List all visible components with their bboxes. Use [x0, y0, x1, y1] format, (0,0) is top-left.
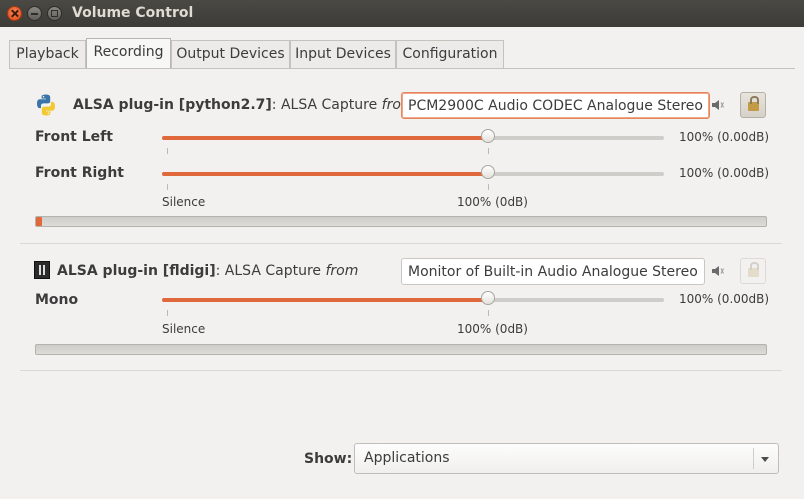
slider-knob[interactable]: [481, 129, 495, 143]
tick-100: [488, 310, 489, 316]
front-right-slider[interactable]: [162, 165, 664, 179]
speaker-mute-icon[interactable]: [711, 264, 725, 278]
tab-output-devices[interactable]: Output Devices: [171, 40, 290, 68]
channel-label-mono: Mono: [35, 292, 79, 308]
mono-slider[interactable]: [162, 291, 664, 305]
maximize-icon[interactable]: [47, 6, 62, 21]
title-bar: Volume Control: [0, 0, 804, 27]
lock-channels-button[interactable]: [740, 258, 766, 284]
stream-title: ALSA plug-in [fldigi]: ALSA Capture from: [57, 263, 358, 279]
channel-label-front-right: Front Right: [35, 165, 124, 181]
terminal-icon: [34, 261, 50, 279]
device-selector[interactable]: Monitor of Built-in Audio Analogue Stere…: [401, 258, 705, 285]
from-label: from: [325, 263, 359, 279]
front-left-value: 100% (0.00dB): [679, 130, 770, 144]
stream-name: ALSA plug-in [fldigi]: [57, 263, 216, 279]
minimize-icon[interactable]: [27, 6, 42, 21]
show-filter-value: Applications: [364, 450, 450, 466]
scale-silence-label: Silence: [162, 195, 206, 209]
stream-description: : ALSA Capture: [215, 263, 322, 279]
tick-silence: [167, 148, 168, 154]
tick-100: [488, 184, 489, 190]
lock-icon: [748, 96, 759, 111]
slider-knob[interactable]: [481, 165, 495, 179]
tick-silence: [167, 184, 168, 190]
peak-meter-fill: [36, 217, 42, 226]
slider-knob[interactable]: [481, 291, 495, 305]
window-title: Volume Control: [72, 5, 194, 21]
slider-fill: [162, 172, 488, 176]
scale-100-label: 100% (0dB): [457, 322, 528, 336]
mono-value: 100% (0.00dB): [679, 292, 770, 306]
device-selector[interactable]: PCM2900C Audio CODEC Analogue Stereo: [401, 92, 710, 119]
slider-fill: [162, 298, 488, 302]
close-icon[interactable]: [7, 6, 22, 21]
chevron-down-icon: [761, 457, 769, 462]
show-filter-dropdown[interactable]: Applications: [354, 443, 779, 474]
speaker-mute-icon[interactable]: [711, 98, 725, 112]
channel-label-front-left: Front Left: [35, 129, 113, 145]
stream-title: ALSA plug-in [python2.7]: ALSA Capture f…: [73, 97, 415, 113]
tab-playback[interactable]: Playback: [9, 40, 86, 68]
lock-channels-button[interactable]: [740, 92, 766, 118]
dropdown-divider: [753, 448, 754, 469]
show-label: Show:: [304, 451, 353, 467]
peak-meter: [35, 344, 767, 355]
tab-recording[interactable]: Recording: [86, 38, 171, 68]
slider-fill: [162, 136, 488, 140]
stream-separator: [20, 243, 782, 244]
scale-silence-label: Silence: [162, 322, 206, 336]
front-left-slider[interactable]: [162, 129, 664, 143]
tab-input-devices[interactable]: Input Devices: [290, 40, 396, 68]
python-icon: [37, 94, 55, 116]
tab-configuration[interactable]: Configuration: [396, 40, 504, 68]
front-right-value: 100% (0.00dB): [679, 166, 770, 180]
tick-silence: [167, 310, 168, 316]
stream-separator: [20, 370, 782, 371]
tick-100: [488, 148, 489, 154]
peak-meter: [35, 216, 767, 227]
stream-description: : ALSA Capture: [271, 97, 378, 113]
stream-name: ALSA plug-in [python2.7]: [73, 97, 272, 113]
lock-icon: [748, 262, 759, 277]
scale-100-label: 100% (0dB): [457, 195, 528, 209]
